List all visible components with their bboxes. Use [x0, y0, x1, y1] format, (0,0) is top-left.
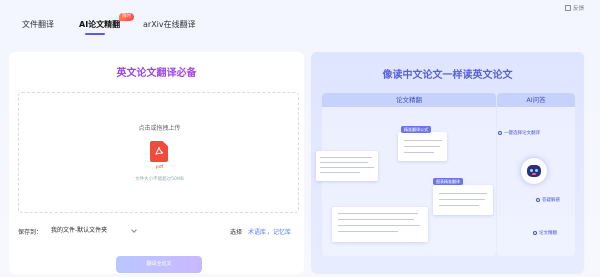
promo-badge: 限时: [119, 13, 134, 21]
check-icon: [498, 131, 502, 135]
paper-translate-header: 论文精翻: [322, 93, 496, 107]
tab-file-translate[interactable]: 文件翻译: [22, 19, 54, 30]
active-tab-indicator: [85, 33, 105, 35]
file-dropzone[interactable]: 点击或拖拽上传 pdf 文件大小不能超过50MB: [18, 92, 299, 213]
doc-icon: [533, 231, 537, 235]
translate-paper-button[interactable]: 翻译全论文: [116, 256, 202, 273]
dropzone-text: 点击或拖拽上传: [138, 125, 181, 132]
tab-ai-paper-translate[interactable]: AI论文精翻: [79, 19, 120, 30]
save-label: 保存到：: [18, 229, 43, 236]
pdf-file-icon: [150, 141, 168, 162]
showcase-title: 像读中文论文一样读英文论文: [382, 70, 513, 81]
translated-doc-snippet-1: [398, 132, 447, 161]
qa-item-answer: 答疑解惑: [536, 197, 560, 203]
chat-icon: [536, 198, 540, 202]
robot-icon: [521, 158, 547, 184]
qa-item-paper-translate: 论文精翻: [533, 230, 557, 236]
top-tab-bar: 文件翻译 AI论文精翻 限时 arXiv在线翻译 反馈: [0, 0, 600, 38]
choose-label: 选择: [230, 229, 243, 236]
tab-arxiv-translate[interactable]: arXiv在线翻译: [143, 19, 196, 30]
english-doc-snippet: [316, 151, 378, 181]
ai-qa-header: AI问答: [497, 93, 575, 107]
resource-choose-row: 选择 术语库，记忆库: [230, 229, 291, 236]
chevron-down-icon: [131, 227, 137, 233]
upload-title: 英文论文翻译必备: [0, 64, 313, 79]
file-size-note: 文件大小不能超过50MB: [135, 177, 184, 182]
glossary-link[interactable]: 术语库: [248, 229, 266, 236]
save-folder-value: 我的文件-默认文件夹: [51, 227, 108, 234]
formula-translate-tag: 精准翻译公式: [401, 126, 431, 133]
feedback-button[interactable]: 反馈: [564, 4, 584, 12]
memory-link[interactable]: 记忆库: [273, 229, 291, 236]
feedback-label: 反馈: [572, 6, 584, 12]
english-doc-snippet-2: [332, 207, 428, 242]
feedback-icon: [564, 5, 571, 11]
chart-translate-tag: 图表精准翻译: [433, 178, 463, 185]
qa-item-select-translate: 一键选择论文翻译: [498, 130, 540, 136]
file-type-label: pdf: [155, 165, 164, 170]
translated-doc-snippet-2: [433, 185, 493, 215]
save-folder-select[interactable]: 我的文件-默认文件夹: [51, 224, 138, 237]
